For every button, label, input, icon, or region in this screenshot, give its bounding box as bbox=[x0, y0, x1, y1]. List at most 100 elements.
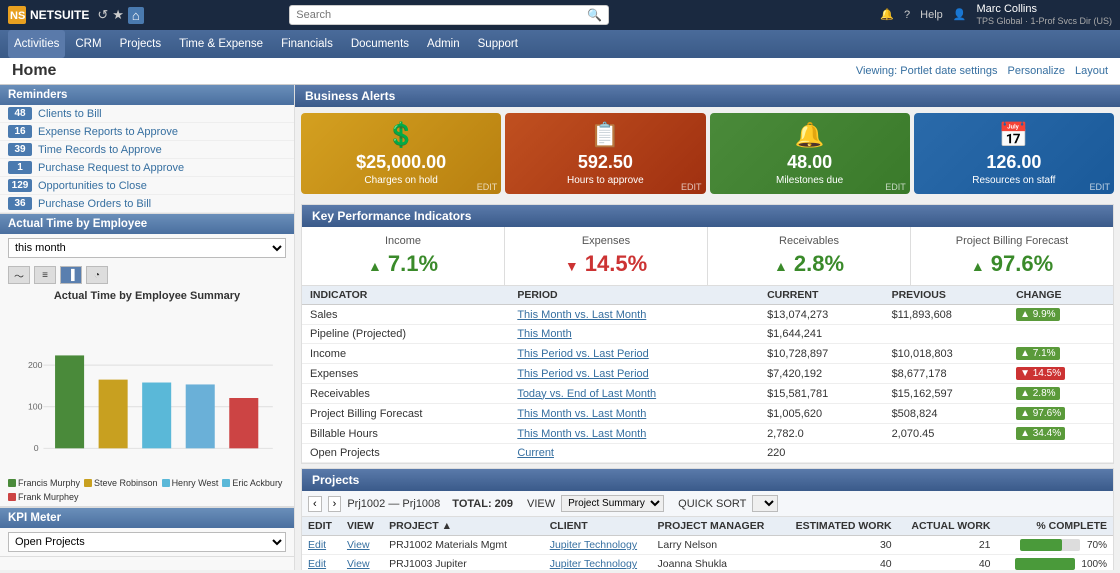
project-edit-link[interactable]: Edit bbox=[308, 558, 326, 570]
nav-projects[interactable]: Projects bbox=[112, 30, 170, 58]
project-client-link[interactable]: Jupiter Technology bbox=[550, 539, 637, 551]
kpi-label: Income bbox=[310, 235, 496, 247]
chart-legend: Francis MurphySteve RobinsonHenry WestEr… bbox=[0, 474, 294, 506]
kpi-table-row: Pipeline (Projected) This Month $1,644,2… bbox=[302, 325, 1113, 344]
nav-documents[interactable]: Documents bbox=[343, 30, 417, 58]
alert-edit-link[interactable]: EDIT bbox=[477, 182, 498, 192]
period-link[interactable]: This Month vs. Last Month bbox=[517, 428, 646, 440]
logo-text: NETSUITE bbox=[30, 8, 89, 22]
search-bar[interactable]: 🔍 bbox=[289, 5, 609, 25]
help-icon[interactable]: ? bbox=[904, 9, 910, 21]
project-table-header: PROJECT ▲ bbox=[383, 517, 544, 536]
bar-line-chart-icon[interactable]: ≡ bbox=[34, 266, 56, 284]
nav-activities[interactable]: Activities bbox=[8, 30, 65, 58]
layout-link[interactable]: Layout bbox=[1075, 65, 1108, 77]
nav-financials[interactable]: Financials bbox=[273, 30, 341, 58]
alert-edit-link[interactable]: EDIT bbox=[1089, 182, 1110, 192]
project-client: Jupiter Technology bbox=[544, 555, 652, 570]
projects-view-select[interactable]: Project Summary bbox=[561, 495, 664, 512]
kpi-indicator: Open Projects bbox=[302, 444, 509, 463]
kpi-previous: $10,018,803 bbox=[884, 344, 1009, 364]
reminder-label[interactable]: Time Records to Approve bbox=[38, 144, 162, 156]
kpi-big-item: Expenses ▼ 14.5% bbox=[505, 227, 708, 285]
kpi-period: Current bbox=[509, 444, 759, 463]
period-link[interactable]: This Period vs. Last Period bbox=[517, 348, 648, 360]
projects-quicksort-select[interactable] bbox=[752, 495, 778, 512]
project-name: PRJ1002 Materials Mgmt bbox=[383, 536, 544, 555]
pct-text: 70% bbox=[1087, 540, 1107, 551]
nav-crm[interactable]: CRM bbox=[67, 30, 109, 58]
period-link[interactable]: Today vs. End of Last Month bbox=[517, 388, 656, 400]
right-panel: Business Alerts 💲 $25,000.00 Charges on … bbox=[295, 85, 1120, 570]
alert-label: Hours to approve bbox=[513, 175, 697, 186]
kpi-label: Receivables bbox=[716, 235, 902, 247]
kpi-current: 220 bbox=[759, 444, 884, 463]
kpi-previous bbox=[884, 325, 1009, 344]
personalize-link[interactable]: Personalize bbox=[1007, 65, 1064, 77]
business-alerts-header: Business Alerts bbox=[295, 85, 1120, 107]
line-chart-icon[interactable]: ～ bbox=[8, 266, 30, 284]
home-icon[interactable]: ⌂ bbox=[128, 7, 144, 24]
project-view-link[interactable]: View bbox=[347, 558, 370, 570]
projects-prev-btn[interactable]: ‹ bbox=[308, 496, 322, 512]
change-badge: ▲ 2.8% bbox=[1016, 387, 1059, 400]
progress-bar bbox=[1015, 558, 1075, 570]
user-icon[interactable]: 👤 bbox=[953, 8, 967, 21]
star-icon[interactable]: ★ bbox=[112, 7, 124, 24]
kpi-meter-section: KPI Meter Open Projects bbox=[0, 507, 294, 557]
alerts-grid: 💲 $25,000.00 Charges on hold EDIT 📋 592.… bbox=[295, 107, 1120, 200]
bar-chart-icon[interactable]: ▐ bbox=[60, 266, 82, 284]
reminder-item: 36 Purchase Orders to Bill bbox=[0, 195, 294, 213]
reminder-label[interactable]: Opportunities to Close bbox=[38, 180, 147, 192]
actual-time-header: Actual Time by Employee bbox=[0, 214, 294, 234]
pie-chart-icon[interactable]: ◔ bbox=[86, 266, 108, 284]
reminder-label[interactable]: Purchase Request to Approve bbox=[38, 162, 184, 174]
time-dropdown[interactable]: this month last month this quarter bbox=[8, 238, 286, 258]
kpi-period: This Period vs. Last Period bbox=[509, 344, 759, 364]
period-link[interactable]: This Period vs. Last Period bbox=[517, 368, 648, 380]
project-edit-link[interactable]: Edit bbox=[308, 539, 326, 551]
reminder-label[interactable]: Expense Reports to Approve bbox=[38, 126, 178, 138]
project-view-link[interactable]: View bbox=[347, 539, 370, 551]
reminder-count: 48 bbox=[8, 107, 32, 120]
reminder-item: 16Expense Reports to Approve bbox=[0, 123, 294, 141]
reminder-label[interactable]: Clients to Bill bbox=[38, 108, 102, 120]
period-link[interactable]: This Month bbox=[517, 328, 571, 340]
pct-text: 100% bbox=[1081, 559, 1107, 570]
alert-edit-link[interactable]: EDIT bbox=[681, 182, 702, 192]
legend-item: Frank Murphey bbox=[8, 492, 79, 502]
projects-next-btn[interactable]: › bbox=[328, 496, 342, 512]
portlet-date-settings-link[interactable]: Viewing: Portlet date settings bbox=[856, 65, 998, 77]
kpi-label: Project Billing Forecast bbox=[919, 235, 1105, 247]
reminder-item: 48 Clients to Bill bbox=[0, 105, 294, 123]
period-link[interactable]: This Month vs. Last Month bbox=[517, 408, 646, 420]
kpi-meter-header: KPI Meter bbox=[0, 508, 294, 528]
reminders-section: Reminders 48Clients to Bill16Expense Rep… bbox=[0, 85, 294, 214]
kpi-meter-dropdown[interactable]: Open Projects bbox=[8, 532, 286, 552]
reminder-count: 39 bbox=[8, 143, 32, 156]
svg-text:NS: NS bbox=[10, 10, 25, 22]
legend-dot bbox=[222, 479, 230, 487]
main-navigation: Activities CRM Projects Time & Expense F… bbox=[0, 30, 1120, 58]
nav-time-expense[interactable]: Time & Expense bbox=[171, 30, 271, 58]
search-input[interactable] bbox=[296, 9, 587, 21]
period-link[interactable]: Current bbox=[517, 447, 554, 459]
nav-admin[interactable]: Admin bbox=[419, 30, 468, 58]
bell-icon[interactable]: 🔔 bbox=[880, 8, 894, 21]
kpi-table-header: PERIOD bbox=[509, 286, 759, 305]
kpi-table-header: CHANGE bbox=[1008, 286, 1113, 305]
legend-label: Frank Murphey bbox=[18, 492, 79, 502]
alert-icon: 📋 bbox=[513, 121, 697, 150]
nav-support[interactable]: Support bbox=[470, 30, 526, 58]
alert-edit-link[interactable]: EDIT bbox=[885, 182, 906, 192]
reminder-label[interactable]: Purchase Orders to Bill bbox=[38, 198, 151, 210]
main-content: Reminders 48Clients to Bill16Expense Rep… bbox=[0, 85, 1120, 570]
project-client-link[interactable]: Jupiter Technology bbox=[550, 558, 637, 570]
project-edit: Edit bbox=[302, 555, 341, 570]
period-link[interactable]: This Month vs. Last Month bbox=[517, 309, 646, 321]
kpi-indicator: Pipeline (Projected) bbox=[302, 325, 509, 344]
history-icon[interactable]: ↺ bbox=[97, 7, 108, 24]
reminder-count: 36 bbox=[8, 197, 32, 210]
kpi-change: ▲ 2.8% bbox=[1008, 384, 1113, 404]
projects-range: Prj1002 — Prj1008 bbox=[347, 498, 440, 510]
